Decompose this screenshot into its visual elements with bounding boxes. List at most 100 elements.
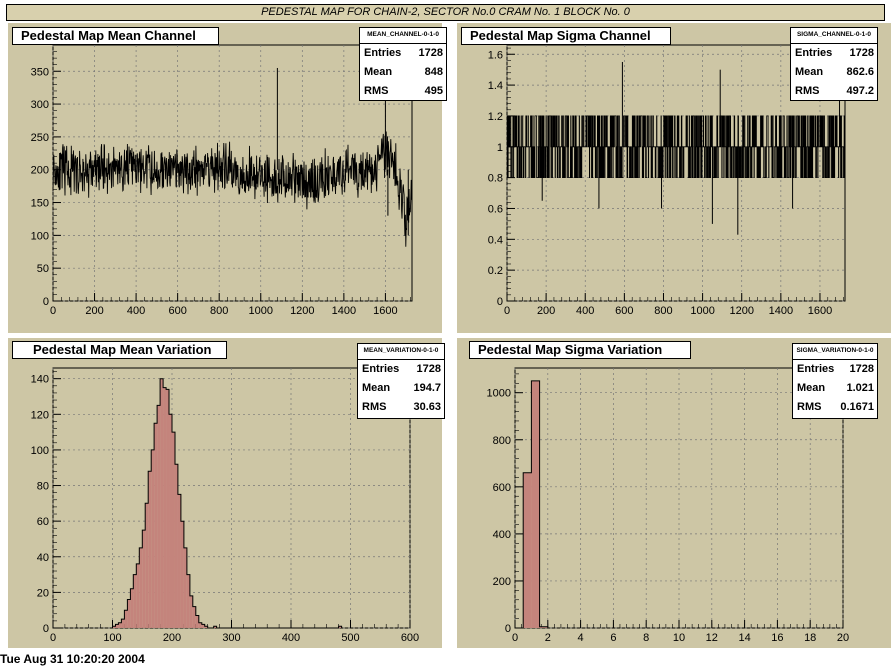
histogram-bar <box>166 389 170 628</box>
x-tick-label: 10 <box>673 632 685 644</box>
stats-box: SIGMA_VARIATION-0-1-0 Entries 1728 Mean 1.… <box>792 343 878 419</box>
stats-mean-label: Mean <box>364 66 393 78</box>
canvas-title-banner: PEDESTAL MAP FOR CHAIN-2, SECTOR No.0 CR… <box>6 4 885 21</box>
stats-rms-value: 497.2 <box>846 85 874 97</box>
stats-entries-label: Entries <box>364 47 402 59</box>
y-tick-label: 0 <box>497 296 503 308</box>
stats-mean-value: 194.7 <box>413 382 441 394</box>
x-tick-label: 14 <box>738 632 750 644</box>
stats-histogram-name: MEAN_CHANNEL-0-1-0 <box>360 28 446 44</box>
timestamp-footer: Tue Aug 31 10:20:20 2004 <box>0 652 145 666</box>
x-tick-label: 12 <box>706 632 718 644</box>
x-tick-label: 1200 <box>729 305 753 317</box>
x-tick-label: 1600 <box>808 305 832 317</box>
y-tick-label: 250 <box>31 132 49 144</box>
x-tick-label: 16 <box>771 632 783 644</box>
stats-mean-value: 848 <box>424 66 443 78</box>
y-tick-label: 0.4 <box>488 234 503 246</box>
stats-rms-label: RMS <box>795 85 820 97</box>
y-tick-label: 50 <box>37 263 49 275</box>
stats-entries-value: 1728 <box>849 47 874 59</box>
y-tick-label: 1.4 <box>488 80 503 92</box>
mean-channel-trace <box>52 131 413 247</box>
sigma-channel-trace <box>506 115 846 178</box>
x-tick-label: 0 <box>50 632 56 644</box>
y-tick-label: 20 <box>37 587 49 599</box>
x-tick-label: 400 <box>576 305 594 317</box>
y-tick-label: 1.2 <box>488 111 503 123</box>
histogram-bar <box>151 449 155 628</box>
x-tick-label: 500 <box>341 632 359 644</box>
y-tick-label: 100 <box>31 230 49 242</box>
y-tick-label: 1 <box>497 142 503 154</box>
x-tick-label: 8 <box>643 632 649 644</box>
y-tick-label: 150 <box>31 198 49 210</box>
stats-mean-label: Mean <box>362 382 391 394</box>
y-tick-label: 400 <box>493 529 511 541</box>
y-tick-label: 0 <box>505 623 511 635</box>
histogram-bar <box>160 378 164 628</box>
pad-mean-variation: 0 20 40 60 80 100 120 140 0 100 200 300 400 500 600 Pe… <box>8 338 445 648</box>
stats-entries-label: Entries <box>797 363 835 375</box>
x-tick-label: 1000 <box>249 305 273 317</box>
stats-rms-label: RMS <box>362 401 387 413</box>
stats-mean-label: Mean <box>797 382 826 394</box>
stats-rms-value: 30.63 <box>413 401 441 413</box>
stats-histogram-name: MEAN_VARIATION-0-1-0 <box>358 344 444 360</box>
x-tick-label: 800 <box>210 305 228 317</box>
pad-sigma-channel: 0 0.2 0.4 0.6 0.8 1 1.2 1.4 1.6 0 200 400 600 800 1000… <box>457 23 891 333</box>
stats-rms-label: RMS <box>797 401 822 413</box>
y-tick-label: 0 <box>43 296 49 308</box>
plot-title: Pedestal Map Mean Variation <box>12 341 227 359</box>
pad-mean-channel: 0 50 100 150 200 250 300 350 0 200 400 600 800 1000 12… <box>8 23 447 333</box>
stats-rms-label: RMS <box>364 85 389 97</box>
x-tick-label: 100 <box>103 632 121 644</box>
x-tick-label: 300 <box>222 632 240 644</box>
y-tick-label: 0.8 <box>488 173 503 185</box>
stats-entries-value: 1728 <box>418 47 443 59</box>
y-tick-label: 100 <box>31 445 49 457</box>
x-tick-label: 200 <box>537 305 555 317</box>
x-tick-label: 1400 <box>332 305 356 317</box>
stats-rms-value: 0.1671 <box>840 401 874 413</box>
x-tick-label: 1000 <box>690 305 714 317</box>
x-tick-label: 1600 <box>373 305 397 317</box>
histogram-bar <box>523 472 532 628</box>
y-tick-label: 600 <box>493 482 511 494</box>
stats-entries-label: Entries <box>795 47 833 59</box>
stats-entries-value: 1728 <box>416 363 441 375</box>
stats-mean-label: Mean <box>795 66 824 78</box>
x-tick-label: 6 <box>610 632 616 644</box>
stats-mean-value: 1.021 <box>846 382 874 394</box>
stats-histogram-name: SIGMA_VARIATION-0-1-0 <box>793 344 877 360</box>
x-tick-label: 600 <box>168 305 186 317</box>
stats-box: MEAN_CHANNEL-0-1-0 Entries 1728 Mean 848 R… <box>359 27 447 101</box>
y-tick-label: 60 <box>37 516 49 528</box>
x-tick-label: 2 <box>545 632 551 644</box>
pad-sigma-variation: 0 200 400 600 800 1000 0 2 4 6 8 10 12 14 16 18 20 Pedes… <box>457 338 891 648</box>
x-tick-label: 20 <box>837 632 849 644</box>
plot-title: Pedestal Map Sigma Channel <box>461 27 671 45</box>
y-tick-label: 0.2 <box>488 265 503 277</box>
stats-box: MEAN_VARIATION-0-1-0 Entries 1728 Mean 194… <box>357 343 445 419</box>
y-tick-label: 800 <box>493 435 511 447</box>
y-tick-label: 120 <box>31 409 49 421</box>
x-tick-label: 600 <box>401 632 419 644</box>
y-tick-label: 1000 <box>487 388 511 400</box>
y-tick-label: 350 <box>31 66 49 78</box>
x-tick-label: 4 <box>578 632 584 644</box>
stats-entries-label: Entries <box>362 363 400 375</box>
plot-title: Pedestal Map Mean Channel <box>12 27 219 45</box>
stats-rms-value: 495 <box>424 85 443 97</box>
x-tick-label: 600 <box>615 305 633 317</box>
stats-mean-value: 862.6 <box>846 66 874 78</box>
x-tick-label: 0 <box>50 305 56 317</box>
x-tick-label: 0 <box>512 632 518 644</box>
y-tick-label: 200 <box>31 165 49 177</box>
x-tick-label: 800 <box>654 305 672 317</box>
y-tick-label: 140 <box>31 374 49 386</box>
y-tick-label: 200 <box>493 576 511 588</box>
y-tick-label: 80 <box>37 481 49 493</box>
histogram-bar <box>163 387 167 628</box>
x-tick-label: 200 <box>85 305 103 317</box>
